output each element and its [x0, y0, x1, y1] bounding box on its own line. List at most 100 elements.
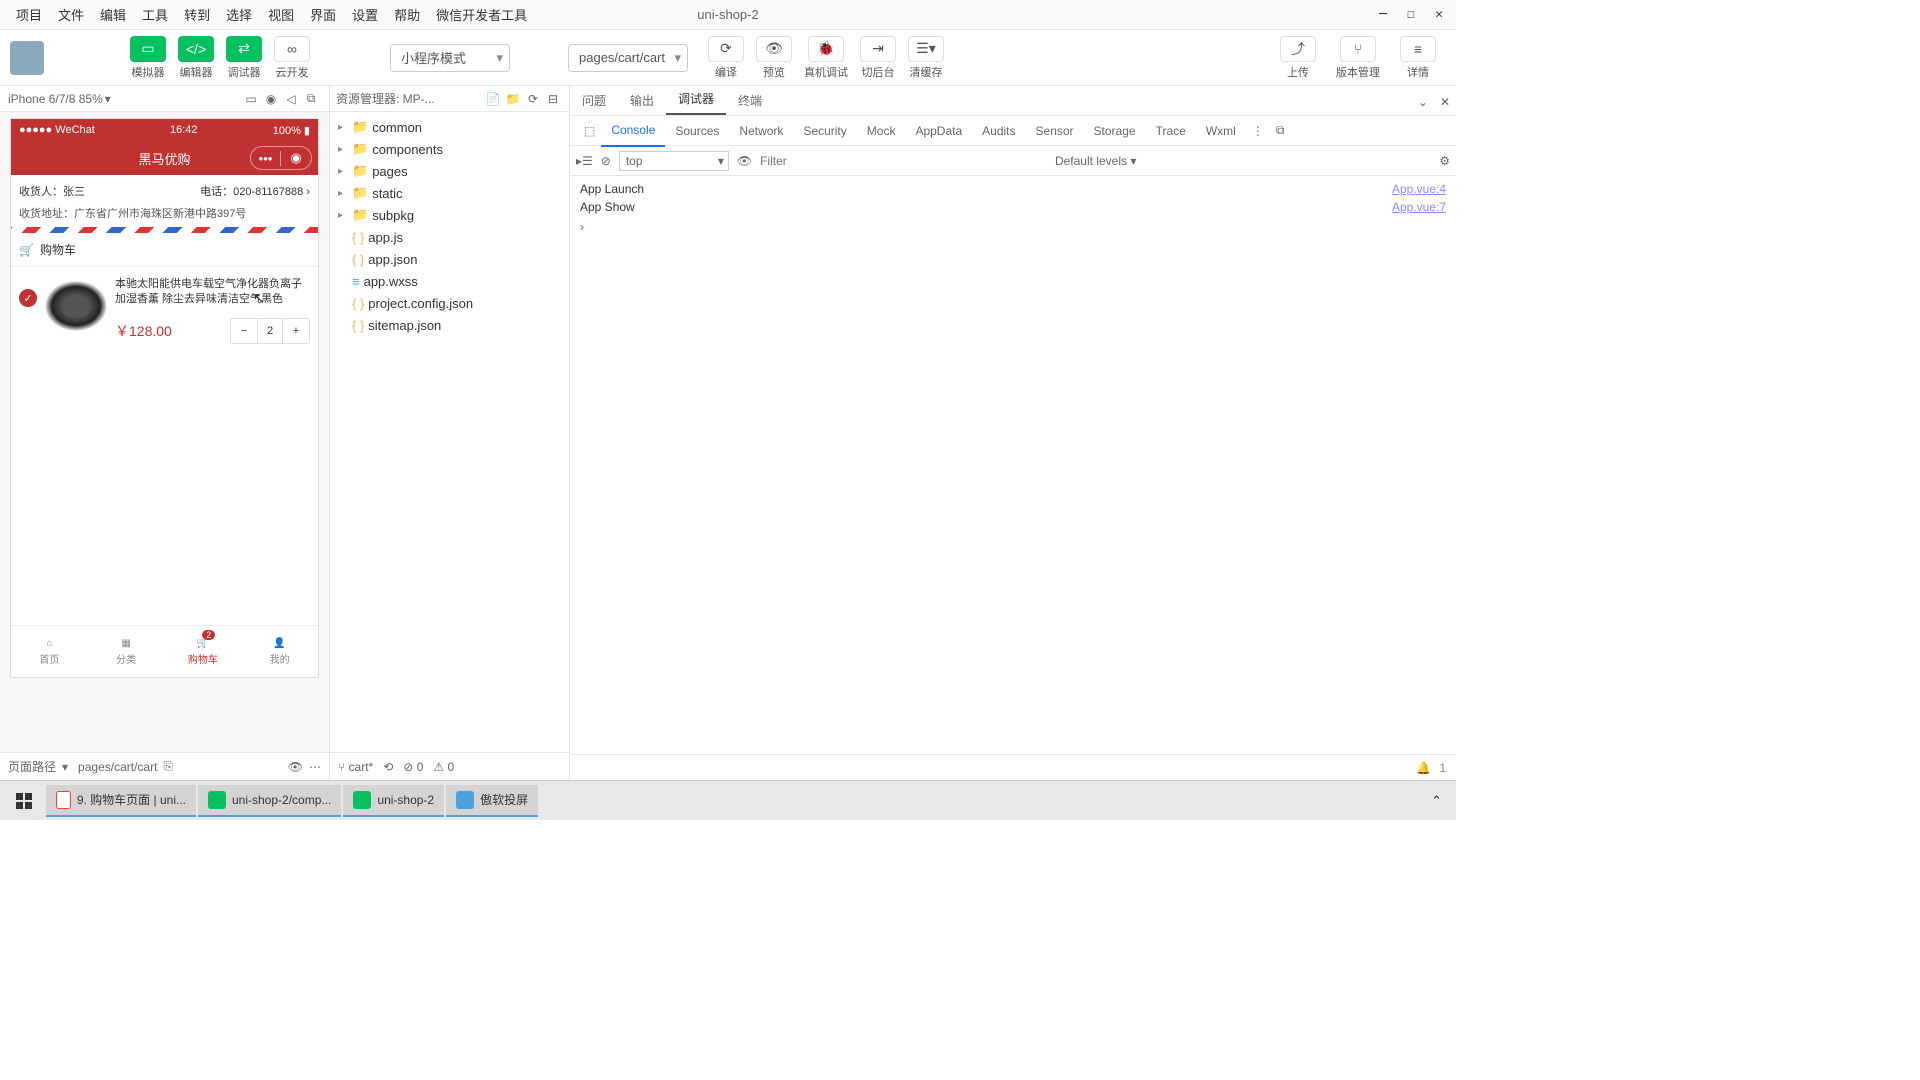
file-project-config[interactable]: { }project.config.json — [330, 292, 569, 314]
folder-common[interactable]: ▸📁common — [330, 116, 569, 138]
levels-dropdown[interactable]: Default levels ▾ — [1055, 154, 1136, 168]
maximize-button[interactable]: ☐ — [1398, 5, 1424, 25]
product-image[interactable] — [45, 281, 107, 331]
subtab-sensor[interactable]: Sensor — [1026, 116, 1084, 146]
minimize-button[interactable]: ─ — [1370, 5, 1396, 25]
menu-wechat-devtools[interactable]: 微信开发者工具 — [428, 1, 535, 28]
tab-terminal[interactable]: 终端 — [726, 86, 774, 115]
menu-select[interactable]: 选择 — [218, 1, 260, 28]
close-button[interactable]: ✕ — [1426, 5, 1452, 25]
menu-view[interactable]: 视图 — [260, 1, 302, 28]
tab-output[interactable]: 输出 — [618, 86, 666, 115]
log-source-link[interactable]: App.vue:7 — [1392, 200, 1446, 214]
start-button[interactable] — [4, 785, 44, 817]
subtab-console[interactable]: Console — [601, 115, 665, 147]
version-button[interactable]: ⑂版本管理 — [1336, 36, 1380, 80]
warning-count[interactable]: ⚠ 0 — [433, 760, 454, 774]
editor-toggle[interactable]: </>编辑器 — [178, 36, 214, 80]
console-settings-icon[interactable]: ⚙ — [1439, 154, 1450, 168]
page-dropdown[interactable]: pages/cart/cart — [568, 44, 688, 72]
mode-dropdown[interactable]: 小程序模式 — [390, 44, 510, 72]
eye-icon[interactable]: 👁 — [288, 760, 303, 774]
menu-tools[interactable]: 工具 — [134, 1, 176, 28]
error-count[interactable]: ⊘ 0 — [403, 760, 423, 774]
more-icon[interactable]: ⋯ — [309, 760, 321, 774]
console-prompt[interactable]: › — [580, 216, 1446, 234]
preview-button[interactable]: 👁预览 — [756, 36, 792, 80]
menu-project[interactable]: 项目 — [8, 1, 50, 28]
cloud-dev-button[interactable]: ∞云开发 — [274, 36, 310, 80]
record-icon[interactable]: ◉ — [261, 92, 281, 106]
capsule-menu-icon[interactable]: ••• — [251, 151, 281, 166]
file-sitemap-json[interactable]: { }sitemap.json — [330, 314, 569, 336]
taskbar-item[interactable]: 傲软投屏 — [446, 785, 538, 817]
subtab-security[interactable]: Security — [793, 116, 856, 146]
menu-settings[interactable]: 设置 — [344, 1, 386, 28]
git-branch[interactable]: ⑂ cart* — [338, 760, 373, 774]
tab-home[interactable]: ⌂首页 — [11, 626, 88, 677]
close-panel-icon[interactable]: ✕ — [1434, 89, 1456, 115]
details-button[interactable]: ≡详情 — [1400, 36, 1436, 80]
collapse-panel-icon[interactable]: ⌄ — [1412, 89, 1434, 115]
clear-cache-button[interactable]: ☰▾清缓存 — [908, 36, 944, 80]
avatar[interactable] — [10, 41, 44, 75]
remote-debug-button[interactable]: 🐞真机调试 — [804, 36, 848, 80]
devtools-menu-icon[interactable]: ⋮ — [1246, 124, 1270, 138]
item-checkbox[interactable]: ✓ — [19, 289, 37, 307]
folder-subpkg[interactable]: ▸📁subpkg — [330, 204, 569, 226]
collapse-icon[interactable]: ⊟ — [543, 92, 563, 106]
tab-category[interactable]: ▦分类 — [88, 626, 165, 677]
devtools-dock-icon[interactable]: ⧉ — [1270, 123, 1291, 138]
tab-debugger[interactable]: 调试器 — [666, 84, 726, 115]
tab-mine[interactable]: 👤我的 — [241, 626, 318, 677]
bell-icon[interactable]: 🔔 — [1416, 761, 1431, 775]
tray-chevron-icon[interactable]: ⌃ — [1421, 793, 1452, 809]
folder-pages[interactable]: ▸📁pages — [330, 160, 569, 182]
file-app-wxss[interactable]: ≡app.wxss — [330, 270, 569, 292]
clear-console-icon[interactable]: ⊘ — [601, 154, 611, 168]
menu-help[interactable]: 帮助 — [386, 1, 428, 28]
console-sidebar-icon[interactable]: ▸☰ — [576, 154, 593, 168]
file-app-js[interactable]: { }app.js — [330, 226, 569, 248]
taskbar-item[interactable]: 9. 购物车页面 | uni... — [46, 785, 196, 817]
qty-minus-button[interactable]: − — [231, 319, 257, 343]
taskbar-item[interactable]: uni-shop-2/comp... — [198, 785, 341, 817]
live-expression-icon[interactable]: 👁 — [737, 154, 752, 168]
capsule-close-icon[interactable]: ◉ — [281, 150, 311, 166]
subtab-trace[interactable]: Trace — [1146, 116, 1196, 146]
file-app-json[interactable]: { }app.json — [330, 248, 569, 270]
subtab-wxml[interactable]: Wxml — [1196, 116, 1246, 146]
new-file-icon[interactable]: 📄 — [483, 92, 503, 106]
upload-button[interactable]: ⤴上传 — [1280, 36, 1316, 80]
debugger-toggle[interactable]: ⇄调试器 — [226, 36, 262, 80]
tab-cart[interactable]: 🛒购物车2 — [165, 626, 242, 677]
subtab-network[interactable]: Network — [729, 116, 793, 146]
refresh-icon[interactable]: ⟳ — [523, 92, 543, 106]
subtab-mock[interactable]: Mock — [857, 116, 906, 146]
folder-static[interactable]: ▸📁static — [330, 182, 569, 204]
compile-button[interactable]: ⟳编译 — [708, 36, 744, 80]
menu-edit[interactable]: 编辑 — [92, 1, 134, 28]
subtab-sources[interactable]: Sources — [665, 116, 729, 146]
qty-plus-button[interactable]: + — [283, 319, 309, 343]
folder-components[interactable]: ▸📁components — [330, 138, 569, 160]
menu-file[interactable]: 文件 — [50, 1, 92, 28]
filter-input[interactable] — [760, 151, 1047, 171]
menu-interface[interactable]: 界面 — [302, 1, 344, 28]
simulator-toggle[interactable]: ▭模拟器 — [130, 36, 166, 80]
sync-icon[interactable]: ⟲ — [383, 760, 393, 774]
rotate-icon[interactable]: ▭ — [241, 92, 261, 106]
subtab-audits[interactable]: Audits — [972, 116, 1025, 146]
back-icon[interactable]: ◁ — [281, 92, 301, 106]
log-source-link[interactable]: App.vue:4 — [1392, 182, 1446, 196]
subtab-appdata[interactable]: AppData — [905, 116, 972, 146]
inspect-icon[interactable]: ⬚ — [578, 124, 601, 138]
subtab-storage[interactable]: Storage — [1084, 116, 1146, 146]
device-selector[interactable]: iPhone 6/7/8 85% — [8, 92, 103, 106]
background-button[interactable]: ⇥切后台 — [860, 36, 896, 80]
address-card[interactable]: 收货人：张三 电话：020-81167888 › 收货地址：广东省广州市海珠区新… — [11, 175, 318, 227]
tab-problems[interactable]: 问题 — [570, 86, 618, 115]
context-dropdown[interactable]: top — [619, 151, 729, 171]
copy-path-icon[interactable]: ⎘ — [163, 759, 173, 774]
popout-icon[interactable]: ⧉ — [301, 91, 321, 106]
